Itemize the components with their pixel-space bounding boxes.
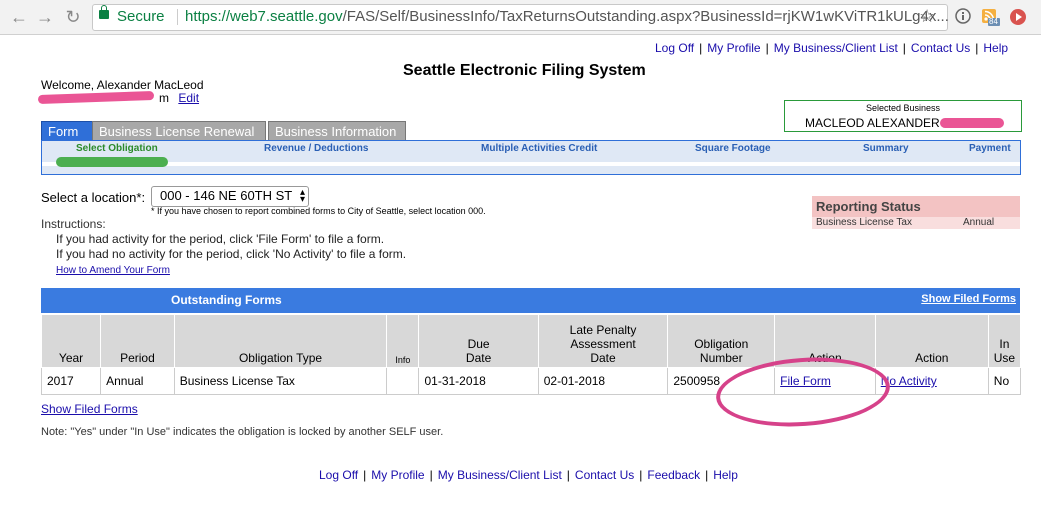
tab-business-license-renewal[interactable]: Business License Renewal (92, 121, 266, 142)
col-obligation-type: Obligation Type (173, 314, 388, 368)
cell-in-use: No (987, 367, 1022, 395)
select-arrows-icon: ▴ ▾ (299, 187, 305, 205)
reload-icon[interactable]: ↻ (62, 6, 84, 28)
step-revenue-deductions: Revenue / Deductions (264, 143, 369, 154)
col-late-line1: Late Penalty (569, 323, 637, 337)
col-late-line3: Date (590, 351, 616, 365)
step-progress-fill (56, 157, 168, 167)
reporting-status-panel: Reporting Status Business License Tax An… (812, 196, 1020, 229)
reporting-status-tax: Business License Tax (816, 217, 912, 228)
footer-nav-links: Log Off | My Profile | My Business/Client Li… (319, 468, 738, 482)
reporting-status-title: Reporting Status (816, 199, 921, 214)
lock-icon (99, 5, 109, 19)
col-due-date-line1: Due (467, 337, 490, 351)
instructions-heading: Instructions: (41, 217, 106, 231)
cell-due-date: 01-31-2018 (418, 367, 539, 395)
log-off-link[interactable]: Log Off (655, 41, 694, 55)
help-link[interactable]: Help (983, 41, 1008, 55)
selected-business-name: MACLEOD ALEXANDER (805, 116, 940, 130)
record-extension-icon[interactable] (1008, 7, 1028, 30)
col-late-penalty: Late Penalty Assessment Date (537, 314, 669, 368)
edit-email-link[interactable]: Edit (178, 91, 199, 105)
footer-my-profile-link[interactable]: My Profile (371, 468, 424, 482)
outstanding-forms-title: Outstanding Forms (171, 293, 282, 307)
address-bar[interactable]: Secure https://web7.seattle.gov/FAS/Self… (92, 4, 949, 31)
tab-business-information[interactable]: Business Information (268, 121, 406, 142)
cell-late-date: 02-01-2018 (537, 367, 669, 395)
step-multiple-activities-credit: Multiple Activities Credit (481, 143, 598, 154)
reporting-status-frequency: Annual (963, 217, 995, 228)
my-business-client-list-link[interactable]: My Business/Client List (774, 41, 898, 55)
footer-log-off-link[interactable]: Log Off (319, 468, 358, 482)
col-late-line2: Assessment (570, 337, 636, 351)
step-summary: Summary (863, 143, 909, 154)
col-period: Period (100, 314, 175, 368)
step-progress-bar: Select Obligation Revenue / Deductions M… (41, 140, 1021, 175)
cell-period: Annual (100, 367, 175, 395)
contact-us-link[interactable]: Contact Us (911, 41, 970, 55)
location-select[interactable]: 000 - 146 NE 60TH ST ▴ ▾ (151, 186, 309, 207)
url-text[interactable]: https://web7.seattle.gov/FAS/Self/Busine… (185, 8, 949, 25)
step-select-obligation: Select Obligation (76, 143, 158, 154)
show-filed-forms-header-link[interactable]: Show Filed Forms (921, 293, 1016, 305)
secure-label: Secure (117, 8, 165, 25)
footer-contact-us-link[interactable]: Contact Us (575, 468, 634, 482)
instruction-line-2: If you had no activity for the period, c… (56, 247, 407, 261)
col-inuse-line2: Use (993, 351, 1016, 365)
info-icon[interactable] (954, 7, 972, 28)
col-obl-line2: Number (699, 351, 743, 365)
cell-year: 2017 (40, 367, 102, 395)
col-due-date: Due Date (418, 314, 539, 368)
step-square-footage: Square Footage (695, 143, 771, 154)
forward-arrow-icon[interactable]: → (34, 6, 56, 28)
bookmark-star-icon[interactable]: ☆ (919, 6, 935, 27)
rss-extension-icon[interactable]: 84 (980, 7, 1000, 30)
col-inuse-line1: In (999, 337, 1010, 351)
footer-feedback-link[interactable]: Feedback (647, 468, 700, 482)
page-title: Seattle Electronic Filing System (403, 62, 646, 79)
url-separator (177, 9, 178, 25)
location-selected-value: 000 - 146 NE 60TH ST (160, 188, 293, 203)
cell-obligation-type: Business License Tax (173, 367, 388, 395)
reporting-status-row: Business License Tax Annual (812, 217, 1020, 229)
cell-no-activity: No Activity (874, 367, 989, 395)
footer-help-link[interactable]: Help (713, 468, 738, 482)
in-use-note: Note: "Yes" under "In Use" indicates the… (41, 426, 444, 438)
col-info: Info (386, 314, 420, 368)
col-in-use: In Use (987, 314, 1022, 368)
url-host: https://web7.seattle.gov (185, 8, 343, 25)
how-to-amend-link[interactable]: How to Amend Your Form (56, 265, 170, 276)
url-path: /FAS/Self/BusinessInfo/TaxReturnsOutstan… (342, 8, 949, 25)
extension-badge: 84 (989, 17, 998, 26)
instruction-line-1: If you had activity for the period, clic… (56, 232, 385, 246)
cell-info (386, 367, 420, 395)
browser-toolbar: ← → ↻ Secure https://web7.seattle.gov/FA… (0, 0, 1041, 35)
footer-my-business-client-list-link[interactable]: My Business/Client List (438, 468, 562, 482)
col-obl-line1: Obligation (694, 337, 749, 351)
welcome-text: Welcome, Alexander MacLeod (41, 78, 204, 92)
back-arrow-icon[interactable]: ← (8, 6, 30, 28)
location-label: Select a location*: (41, 190, 146, 205)
col-action-2: Action (874, 314, 989, 368)
outstanding-forms-header: Outstanding Forms Show Filed Forms (41, 288, 1020, 313)
redaction-mark (940, 118, 1004, 128)
top-nav-links: Log Off | My Profile | My Business/Client Li… (655, 41, 1009, 55)
tab-form[interactable]: Form (41, 121, 94, 141)
table-header-row: Year Period Obligation Type Info Due Date… (40, 314, 1022, 368)
show-filed-forms-link[interactable]: Show Filed Forms (41, 402, 138, 416)
col-year: Year (40, 314, 102, 368)
my-profile-link[interactable]: My Profile (707, 41, 760, 55)
email-suffix: m (159, 91, 169, 105)
selected-business-label: Selected Business (865, 103, 941, 113)
col-obligation-number: Obligation Number (667, 314, 776, 368)
location-note: * If you have chosen to report combined … (151, 206, 486, 216)
step-payment: Payment (969, 143, 1011, 154)
col-due-date-line2: Date (465, 351, 492, 365)
step-track (42, 162, 1020, 166)
